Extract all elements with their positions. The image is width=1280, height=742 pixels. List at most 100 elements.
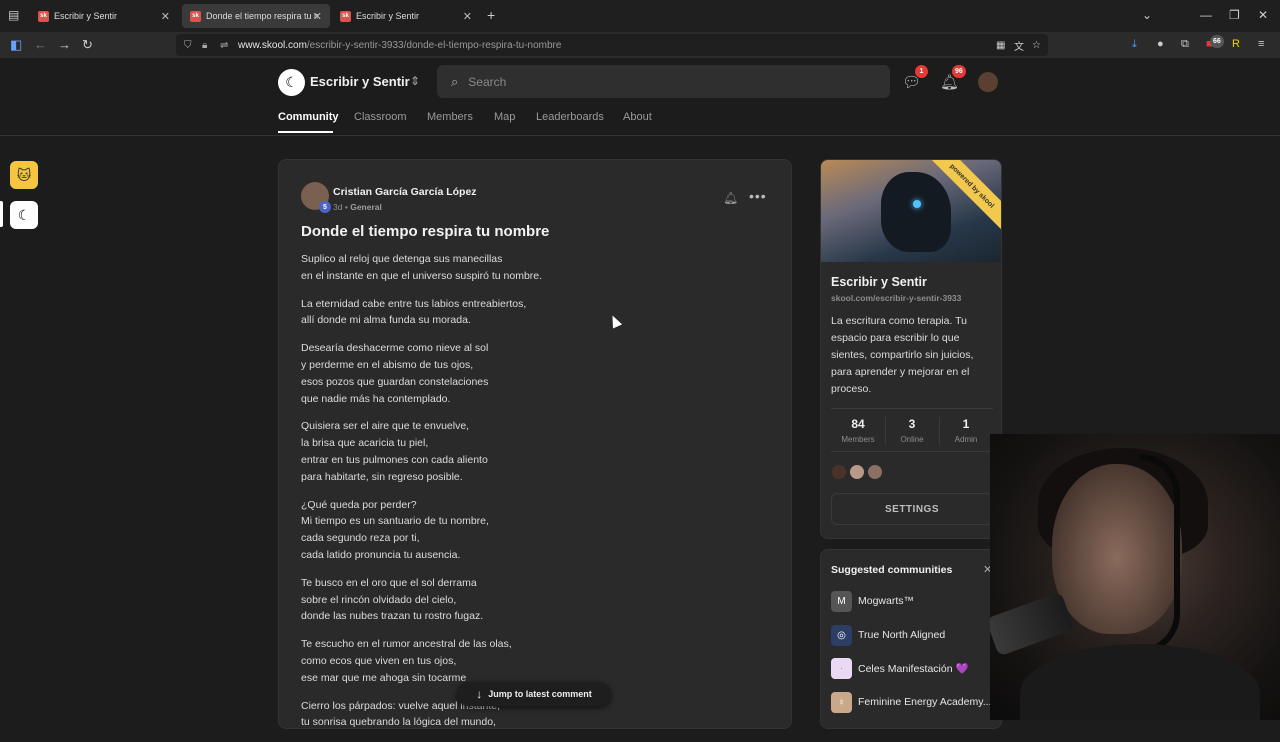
post-meta: 3d • General (333, 202, 382, 212)
shield-icon[interactable]: ⛉ (184, 40, 192, 51)
bookmark-star-icon[interactable]: ☆ (1032, 40, 1041, 51)
skool-favicon-icon: sk (190, 10, 201, 22)
tab-leaderboards[interactable]: Leaderboards (536, 111, 604, 123)
tab-members[interactable]: Members (427, 111, 473, 123)
stat-online[interactable]: 3 Online (885, 417, 939, 444)
chevron-down-icon[interactable]: ⌄ (1142, 8, 1152, 22)
back-button[interactable]: ← (34, 37, 47, 52)
forward-button[interactable]: → (58, 37, 71, 52)
community-switcher: 🐱︎ ☾ (0, 58, 48, 720)
more-options-icon[interactable]: ••• (749, 188, 767, 204)
tab-title: Donde el tiempo respira tu nombre (206, 11, 318, 21)
poem-line: esos pozos que guardan constelaciones (301, 375, 489, 388)
stat-label: Admin (954, 435, 978, 444)
tab-about[interactable]: About (623, 111, 652, 123)
poem-line: y perderme en el abismo de tus ojos, (301, 358, 474, 371)
download-icon[interactable]: ⤓ (1132, 38, 1137, 51)
site-header: ☾ Escribir y Sentir ⇕ ⌕ Search 💬︎ 1 🔔︎ 9… (0, 58, 1280, 136)
maximize-button[interactable]: ❐ (1229, 8, 1240, 22)
member-avatar[interactable] (831, 464, 847, 480)
poem-line: para habitarte, sin regreso posible. (301, 470, 463, 483)
community-card-name: Escribir y Sentir (831, 275, 927, 289)
community-icon: ♀ (831, 691, 852, 713)
close-tab-icon[interactable]: ✕ (463, 10, 472, 23)
browser-tab-3[interactable]: sk Escribir y Sentir ✕ (332, 4, 480, 28)
menu-icon[interactable]: ≡ (1258, 38, 1264, 50)
list-item[interactable]: ♀ Feminine Energy Academy... (831, 691, 1001, 713)
skool-favicon-icon: sk (38, 10, 49, 22)
poem-line: la brisa que acaricia tu piel, (301, 437, 429, 450)
browser-tab-2[interactable]: sk Donde el tiempo respira tu nombre ✕ (182, 4, 330, 28)
url-host: www.skool.com (238, 39, 307, 51)
community-name: True North Aligned (858, 629, 946, 641)
post-stanza: Te busco en el oro que el sol derrama sob… (301, 575, 751, 625)
suggested-communities-card: Suggested communities ✕ M Mogwarts™ ◎ Tr… (820, 549, 1002, 729)
browser-tab-1[interactable]: sk Escribir y Sentir ✕ (30, 4, 178, 28)
community-name[interactable]: Escribir y Sentir (310, 74, 410, 89)
tab-classroom[interactable]: Classroom (354, 111, 407, 123)
poem-line: sobre el rincón olvidado del cielo, (301, 593, 457, 606)
raven-eye (913, 200, 921, 208)
reader-view-icon[interactable]: ▦ (996, 40, 1005, 51)
community-icon: M (831, 590, 852, 612)
close-tab-icon[interactable]: ✕ (313, 10, 322, 23)
level-badge: 5 (319, 201, 331, 213)
jump-to-latest-comment-button[interactable]: ↓ Jump to latest comment (457, 682, 611, 706)
suggested-title: Suggested communities (831, 564, 953, 576)
community-card: powered by skool Escribir y Sentir skool… (820, 159, 1002, 539)
post-category[interactable]: General (350, 202, 382, 212)
switch-community-chevron-icon[interactable]: ⇕ (410, 74, 420, 88)
community-card-url: skool.com/escribir-y-sentir-3933 (831, 293, 962, 303)
stat-admin[interactable]: 1 Admin (939, 417, 993, 444)
new-tab-button[interactable]: + (487, 7, 495, 23)
poem-line: Mi tiempo es un santuario de tu nombre, (301, 515, 489, 528)
poem-line: Te busco en el oro que el sol derrama (301, 576, 477, 589)
list-item[interactable]: M Mogwarts™ (831, 590, 1001, 612)
settings-button[interactable]: SETTINGS (831, 493, 993, 525)
tab-list-icon[interactable]: ▤ (8, 8, 19, 22)
account-icon[interactable]: ● (1157, 38, 1164, 50)
post-stanza: Te escucho en el rumor ancestral de las … (301, 636, 751, 686)
extension-r-icon[interactable]: R (1232, 38, 1240, 50)
post-stanza: ¿Qué queda por perder? Mi tiempo es un sa… (301, 497, 751, 564)
community-escribir-icon[interactable]: ☾ (10, 201, 38, 229)
follow-bell-icon[interactable]: 🔔︎ (723, 191, 738, 205)
arrow-down-icon: ↓ (476, 687, 483, 701)
extensions-icon[interactable]: ⧉ (1181, 38, 1189, 51)
raven-image (881, 172, 951, 252)
search-input[interactable]: ⌕ Search (437, 65, 890, 98)
post-time: 3d (333, 202, 343, 212)
reload-button[interactable]: ↻ (82, 37, 93, 53)
stat-members[interactable]: 84 Members (831, 417, 885, 444)
community-logo[interactable]: ☾ (278, 69, 305, 96)
poem-line: La eternidad cabe entre tus labios entre… (301, 297, 527, 310)
close-tab-icon[interactable]: ✕ (161, 10, 170, 23)
post-author[interactable]: Cristian García García López (333, 186, 477, 198)
member-avatar[interactable] (849, 464, 865, 480)
user-avatar[interactable] (978, 72, 998, 92)
list-item[interactable]: · Celes Manifestación 💜 (831, 657, 1001, 679)
address-bar[interactable]: ⛉ 🔒︎ ⇌ www.skool.com /escribir-y-sentir-… (176, 34, 1048, 56)
tab-title: Escribir y Sentir (54, 11, 118, 21)
jump-label: Jump to latest comment (488, 689, 592, 699)
member-avatar[interactable] (867, 464, 883, 480)
post-stanza: Desearía deshacerme como nieve al sol y p… (301, 340, 751, 407)
translate-icon[interactable]: 文 (1014, 38, 1024, 53)
community-cat-icon[interactable]: 🐱︎ (10, 161, 38, 189)
list-item[interactable]: ◎ True North Aligned (831, 624, 1001, 646)
stat-value: 3 (908, 417, 916, 431)
community-name: Feminine Energy Academy... (858, 696, 992, 708)
tab-title: Escribir y Sentir (356, 11, 420, 21)
sidebar-toggle-icon[interactable]: ◧ (10, 37, 22, 53)
poem-line: Quisiera ser el aire que te envuelve, (301, 420, 470, 433)
poem-line: donde las nubes trazan tu rostro fugaz. (301, 610, 484, 623)
tab-map[interactable]: Map (494, 111, 515, 123)
post-stanza: Quisiera ser el aire que te envuelve, la … (301, 418, 751, 485)
close-window-button[interactable]: ✕ (1258, 8, 1268, 22)
minimize-button[interactable]: — (1200, 8, 1212, 22)
permissions-icon[interactable]: ⇌ (220, 40, 228, 51)
url-path: /escribir-y-sentir-3933/donde-el-tiempo-… (306, 39, 562, 51)
community-name: Mogwarts™ (858, 595, 915, 607)
lock-icon[interactable]: 🔒︎ (202, 40, 207, 51)
tab-community[interactable]: Community (278, 111, 339, 123)
